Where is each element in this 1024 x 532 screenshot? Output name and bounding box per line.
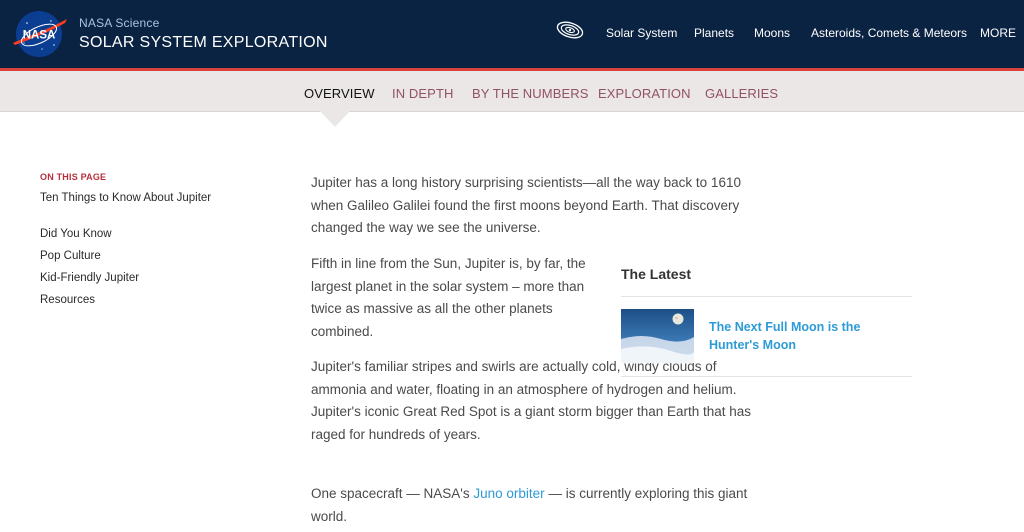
article-paragraph-3: Jupiter's familiar stripes and swirls ar…: [311, 356, 756, 446]
tab-galleries[interactable]: GALLERIES: [705, 86, 778, 101]
sidebar-item-ten-things[interactable]: Ten Things to Know About Jupiter: [40, 191, 215, 205]
site-title[interactable]: SOLAR SYSTEM EXPLORATION: [79, 34, 328, 52]
latest-article-link[interactable]: The Next Full Moon is the Hunter's Moon: [709, 319, 909, 354]
nav-moons[interactable]: Moons: [754, 26, 790, 40]
article-paragraph-1: Jupiter has a long history surprising sc…: [311, 175, 741, 235]
article-paragraph-2: Fifth in line from the Sun, Jupiter is, …: [311, 256, 586, 339]
sidebar-item-resources[interactable]: Resources: [40, 293, 215, 307]
solar-system-orbit-icon[interactable]: [555, 19, 585, 41]
article-paragraph-4-start: One spacecraft — NASA's: [311, 486, 474, 501]
logo-text: NASA: [23, 30, 56, 42]
nav-solar-system[interactable]: Solar System: [606, 26, 677, 40]
nav-more[interactable]: MORE: [980, 26, 1016, 40]
juno-orbiter-link[interactable]: Juno orbiter: [473, 486, 544, 501]
tab-exploration[interactable]: EXPLORATION: [598, 86, 691, 101]
nasa-logo-icon[interactable]: NASA: [9, 9, 69, 59]
sidebar-item-kid-friendly[interactable]: Kid-Friendly Jupiter: [40, 271, 215, 285]
active-tab-pointer: [320, 111, 350, 127]
on-this-page-heading: ON THIS PAGE: [40, 172, 107, 182]
tab-overview[interactable]: OVERVIEW: [304, 86, 375, 101]
sidebar-item-pop-culture[interactable]: Pop Culture: [40, 249, 215, 263]
tab-by-the-numbers[interactable]: BY THE NUMBERS: [472, 86, 589, 101]
sidebar-item-did-you-know[interactable]: Did You Know: [40, 227, 215, 241]
latest-divider-top: [621, 296, 912, 297]
site-kicker[interactable]: NASA Science: [79, 16, 159, 30]
article-paragraph-4: One spacecraft — NASA's Juno orbiter — i…: [311, 483, 756, 528]
nav-asteroids-comets-meteors[interactable]: Asteroids, Comets & Meteors: [811, 26, 967, 40]
moon-thumbnail-image[interactable]: [621, 309, 694, 363]
tab-in-depth[interactable]: IN DEPTH: [392, 86, 453, 101]
latest-heading: The Latest: [621, 266, 692, 282]
nav-planets[interactable]: Planets: [694, 26, 734, 40]
latest-divider-bottom: [621, 376, 912, 377]
article-paragraph-3-text: Jupiter's familiar stripes and swirls ar…: [311, 359, 752, 442]
